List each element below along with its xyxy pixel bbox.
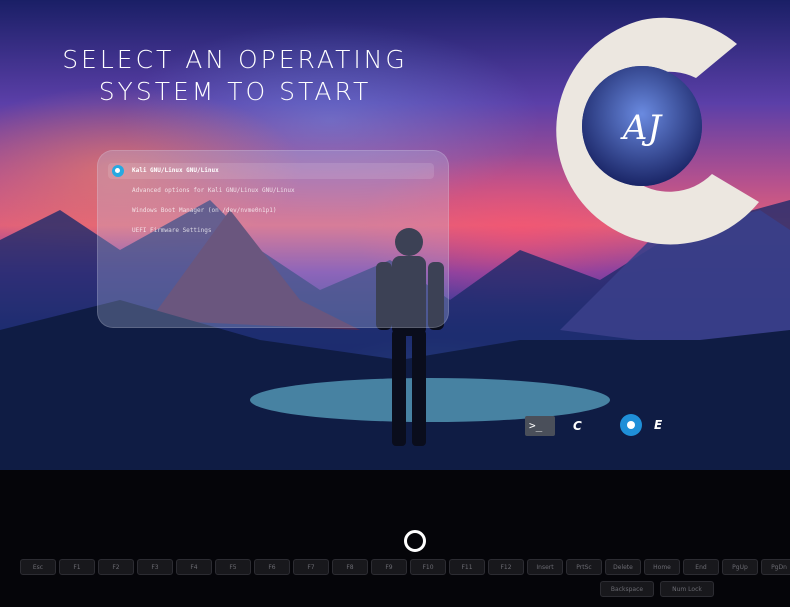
terminal-icon: >_ xyxy=(525,416,555,436)
key-f7: F7 xyxy=(293,559,329,575)
kali-dragon-icon xyxy=(112,165,124,177)
title-line-2: SYSTEM TO START xyxy=(98,77,372,106)
key-end: End xyxy=(683,559,719,575)
key-prtsc: PrtSc xyxy=(566,559,602,575)
key-delete: Delete xyxy=(605,559,641,575)
aj-logo: AJ xyxy=(556,17,759,245)
key-f1: F1 xyxy=(59,559,95,575)
key-pgdn: PgDn xyxy=(761,559,790,575)
loading-spinner-icon xyxy=(404,530,426,552)
key-f3: F3 xyxy=(137,559,173,575)
key-esc: Esc xyxy=(20,559,56,575)
boot-entry-windows[interactable]: Windows Boot Manager (on /dev/nvme0n1p1) xyxy=(132,207,277,214)
key-f5: F5 xyxy=(215,559,251,575)
boot-menu-panel: Kali GNU/Linux GNU/Linux Advanced option… xyxy=(97,150,449,328)
key-num-lock: Num Lock xyxy=(660,581,714,597)
boot-screen: SELECT AN OPERATING SYSTEM TO START Kali… xyxy=(0,0,790,470)
key-f4: F4 xyxy=(176,559,212,575)
key-backspace: Backspace xyxy=(600,581,654,597)
page-title: SELECT AN OPERATING SYSTEM TO START xyxy=(40,44,430,108)
console-button[interactable]: >_ C xyxy=(525,416,582,436)
key-f2: F2 xyxy=(98,559,134,575)
key-pgup: PgUp xyxy=(722,559,758,575)
laptop-keyboard: Esc F1 F2 F3 F4 F5 F6 F7 F8 F9 F10 F11 F12 Insert PrtS… xyxy=(0,555,790,607)
key-f6: F6 xyxy=(254,559,290,575)
key-f8: F8 xyxy=(332,559,368,575)
boot-entry-label: Kali GNU/Linux GNU/Linux xyxy=(132,167,219,174)
setup-gear-icon xyxy=(620,414,642,436)
logo-text: AJ xyxy=(620,108,664,148)
key-f9: F9 xyxy=(371,559,407,575)
boot-entry-kali[interactable]: Kali GNU/Linux GNU/Linux xyxy=(108,163,434,179)
key-insert: Insert xyxy=(527,559,563,575)
key-f10: F10 xyxy=(410,559,446,575)
boot-entry-uefi[interactable]: UEFI Firmware Settings xyxy=(132,227,211,234)
editor-key-label: E xyxy=(654,418,663,432)
console-key-label: C xyxy=(573,419,582,433)
key-f11: F11 xyxy=(449,559,485,575)
key-f12: F12 xyxy=(488,559,524,575)
editor-button[interactable]: E xyxy=(620,414,662,436)
key-home: Home xyxy=(644,559,680,575)
title-line-1: SELECT AN OPERATING xyxy=(62,45,408,74)
boot-entry-advanced[interactable]: Advanced options for Kali GNU/Linux GNU/… xyxy=(132,187,295,194)
